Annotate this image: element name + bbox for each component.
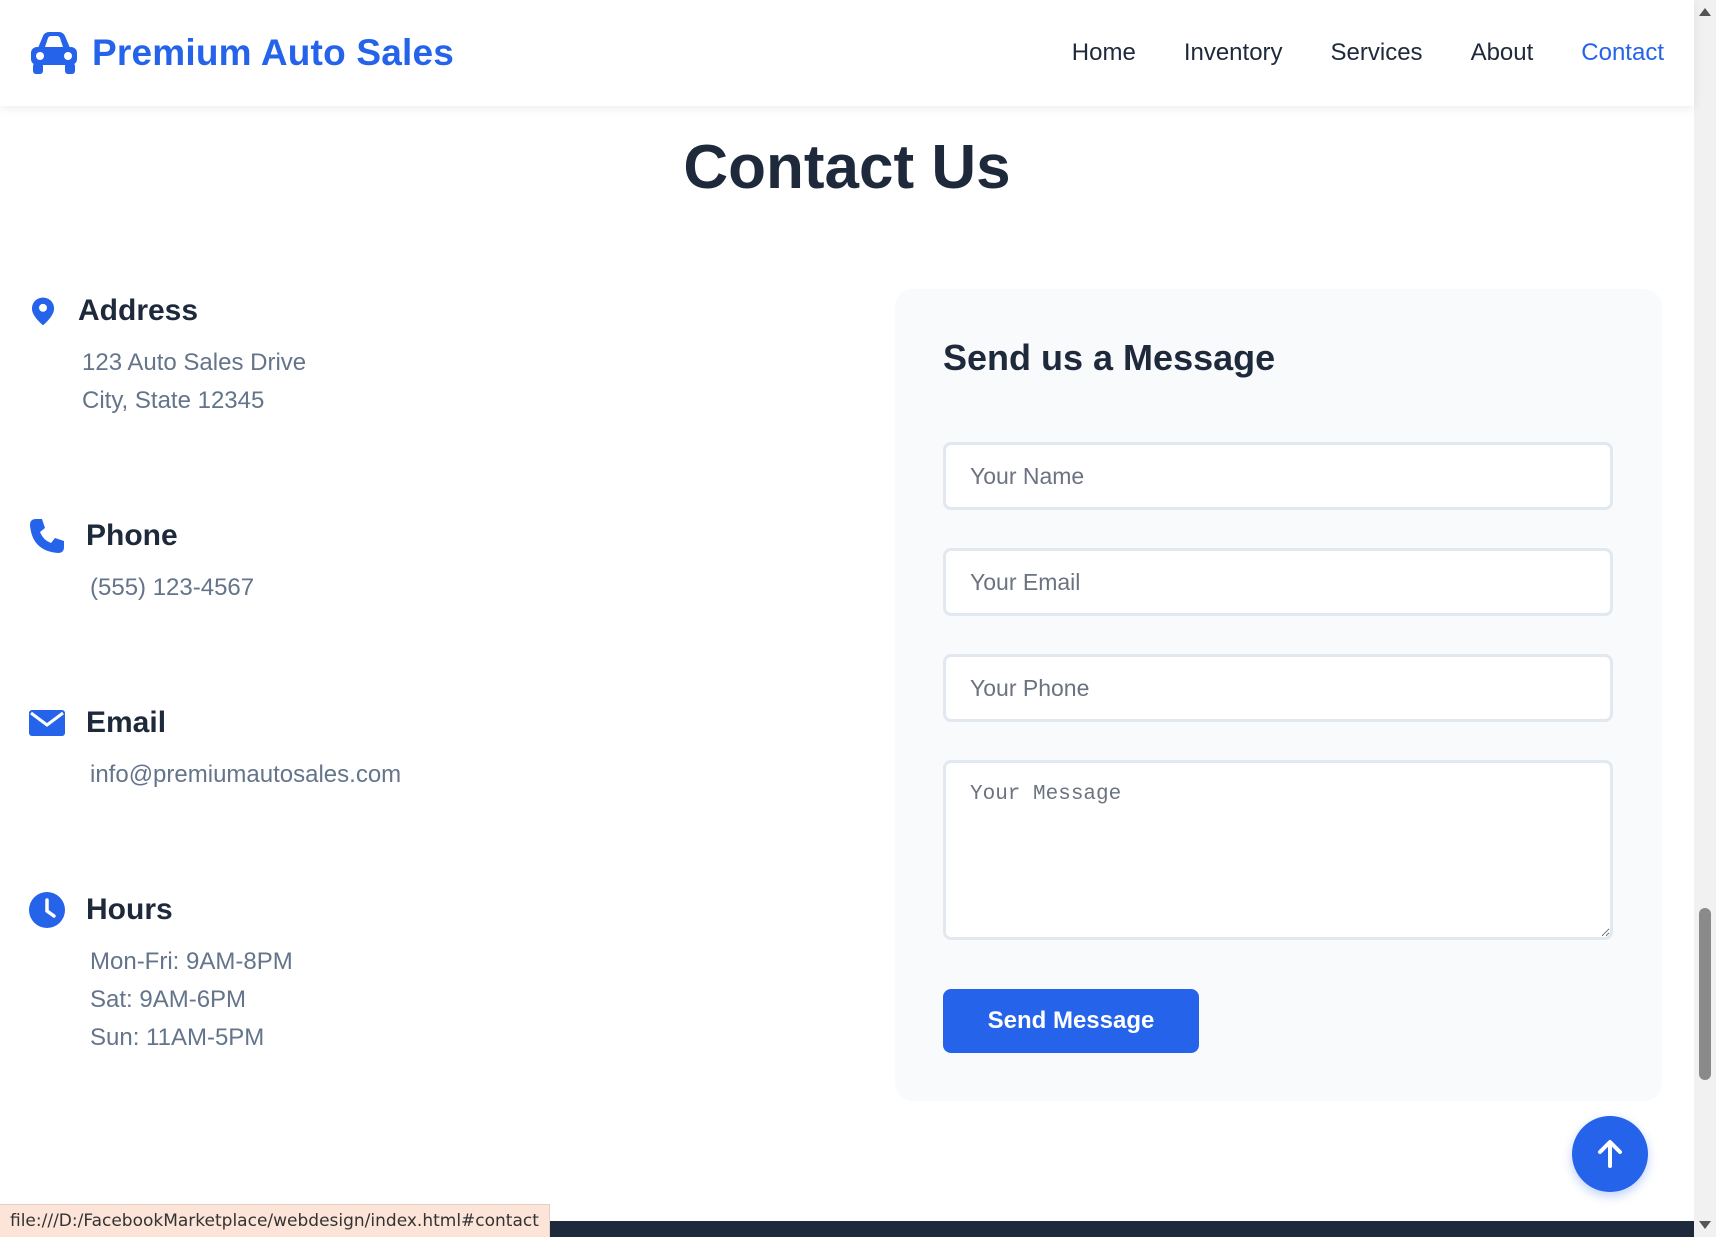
email-block: Email info@premiumautosales.com bbox=[28, 704, 401, 794]
email-input[interactable] bbox=[943, 548, 1613, 616]
hours-block: Hours Mon-Fri: 9AM-8PM Sat: 9AM-6PM Sun:… bbox=[28, 891, 293, 1057]
address-block: Address 123 Auto Sales Drive City, State… bbox=[28, 292, 306, 420]
send-message-button[interactable]: Send Message bbox=[943, 989, 1199, 1053]
page-title: Contact Us bbox=[683, 133, 1011, 202]
hours-title: Hours bbox=[86, 893, 173, 926]
scroll-up-arrow-icon[interactable] bbox=[1699, 8, 1711, 16]
message-textarea[interactable] bbox=[943, 760, 1613, 940]
nav-services[interactable]: Services bbox=[1331, 39, 1423, 67]
scrollbar-thumb[interactable] bbox=[1699, 908, 1711, 1080]
brand-name: Premium Auto Sales bbox=[92, 32, 455, 73]
main-nav: Home Inventory Services About Contact bbox=[1072, 39, 1664, 67]
car-icon bbox=[31, 32, 77, 74]
envelope-icon bbox=[29, 710, 65, 736]
email-address: info@premiumautosales.com bbox=[90, 761, 402, 788]
browser-status-bar: file:///D:/FacebookMarketplace/webdesign… bbox=[0, 1204, 550, 1237]
address-line-1: 123 Auto Sales Drive bbox=[82, 349, 307, 376]
arrow-up-icon bbox=[1598, 1140, 1622, 1168]
nav-home[interactable]: Home bbox=[1072, 39, 1136, 67]
hours-line-weekday: Mon-Fri: 9AM-8PM bbox=[90, 948, 293, 975]
clock-icon bbox=[29, 892, 65, 928]
phone-number: (555) 123-4567 bbox=[90, 574, 255, 601]
name-input[interactable] bbox=[943, 442, 1613, 510]
phone-input[interactable] bbox=[943, 654, 1613, 722]
hours-line-saturday: Sat: 9AM-6PM bbox=[90, 986, 247, 1013]
address-line-2: City, State 12345 bbox=[82, 387, 265, 414]
hours-line-sunday: Sun: 11AM-5PM bbox=[90, 1024, 265, 1051]
nav-inventory[interactable]: Inventory bbox=[1184, 39, 1283, 67]
phone-block: Phone (555) 123-4567 bbox=[28, 517, 254, 607]
phone-title: Phone bbox=[86, 519, 178, 552]
address-title: Address bbox=[78, 294, 199, 327]
brand-logo[interactable]: Premium Auto Sales bbox=[28, 30, 454, 76]
nav-contact[interactable]: Contact bbox=[1581, 39, 1664, 67]
contact-form-card: Send us a Message Send Message bbox=[895, 289, 1662, 1101]
email-title: Email bbox=[86, 706, 167, 739]
phone-icon bbox=[30, 519, 64, 553]
back-to-top-button[interactable] bbox=[1572, 1116, 1648, 1192]
map-marker-icon bbox=[31, 297, 55, 326]
vertical-scrollbar[interactable] bbox=[1694, 0, 1716, 1237]
form-title: Send us a Message bbox=[943, 337, 1276, 378]
site-header: Premium Auto Sales Home Inventory Servic… bbox=[0, 0, 1694, 106]
scroll-down-arrow-icon[interactable] bbox=[1699, 1221, 1711, 1229]
nav-about[interactable]: About bbox=[1471, 39, 1534, 67]
